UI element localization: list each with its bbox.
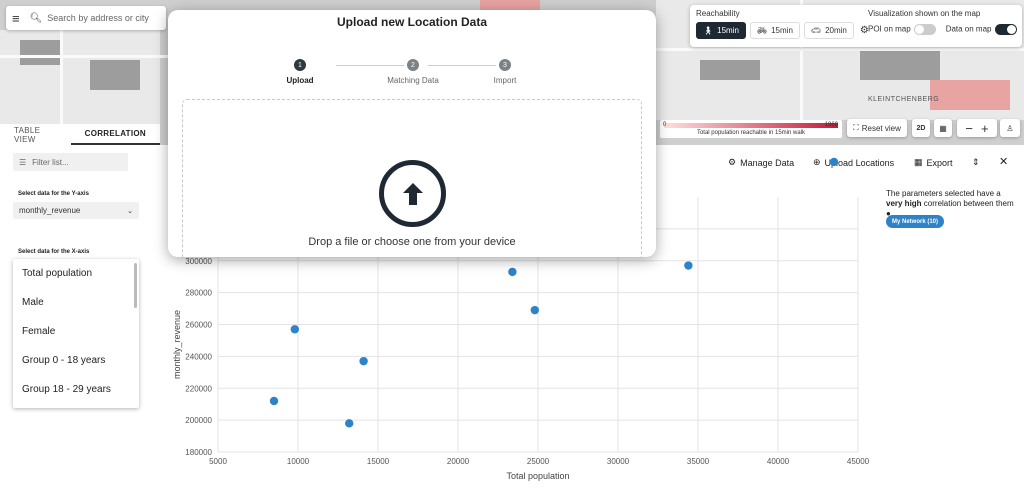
y-axis-label: Select data for the Y-axis xyxy=(18,191,89,197)
y-tick-label: 300000 xyxy=(185,257,212,266)
map-legend-scale: 0 1969 Total population reachable in 15m… xyxy=(660,120,842,138)
scale-min: 0 xyxy=(663,122,667,128)
x-tick-label: 45000 xyxy=(847,457,870,466)
y-tick-label: 200000 xyxy=(185,416,212,425)
poi-toggle[interactable] xyxy=(913,24,936,35)
x-tick-label: 30000 xyxy=(607,457,630,466)
file-drop-zone[interactable]: Drop a file or choose one from your devi… xyxy=(182,99,642,257)
x-tick-label: 15000 xyxy=(367,457,390,466)
x-axis-option[interactable]: Total population xyxy=(13,259,139,288)
tab-correlation[interactable]: CORRELATION xyxy=(70,124,160,145)
x-axis-option[interactable]: Male xyxy=(13,288,139,317)
x-axis-option[interactable]: Group 18 - 29 years xyxy=(13,375,139,404)
step-upload: 1 Upload xyxy=(260,59,340,85)
map-icon: ▦ xyxy=(939,123,947,133)
data-point xyxy=(829,157,839,167)
visualization-title: Visualization shown on the map xyxy=(868,9,981,18)
poi-label: POI on map xyxy=(868,24,911,34)
y-tick-label: 180000 xyxy=(185,448,212,457)
x-tick-label: 5000 xyxy=(209,457,227,466)
x-axis-label: Select data for the X-axis xyxy=(18,249,90,255)
list-scrollbar[interactable] xyxy=(134,263,137,308)
mode-walk-button[interactable]: 🚶︎ 15min xyxy=(696,22,746,39)
x-tick-label: 40000 xyxy=(767,457,790,466)
zoom-in-icon[interactable]: + xyxy=(981,121,989,136)
reachability-panel: Reachability 🚶︎ 15min 🚲︎ 15min 🚗︎ 20min ⚙ V… xyxy=(690,5,1022,47)
data-point xyxy=(530,305,539,315)
data-point xyxy=(345,419,354,428)
x-tick-label: 35000 xyxy=(687,457,710,466)
bike-icon: 🚲︎ xyxy=(756,26,768,35)
x-tick-label: 25000 xyxy=(527,457,550,466)
scale-max: 1969 xyxy=(824,122,838,128)
walk-icon: 🚶︎ xyxy=(703,26,714,35)
x-tick-label: 20000 xyxy=(447,457,470,466)
filter-icon: ☰ xyxy=(19,157,27,167)
data-toggle[interactable] xyxy=(994,24,1017,35)
y-axis-title: monthly_revenue xyxy=(172,310,182,379)
y-axis-select[interactable]: monthly_revenue ⌄ xyxy=(13,202,139,219)
y-tick-label: 280000 xyxy=(185,289,212,298)
reset-icon: ⛶ xyxy=(853,123,859,132)
search-input[interactable]: Search by address or city xyxy=(47,13,149,23)
view-tabs: TABLE VIEW CORRELATION xyxy=(0,124,160,145)
data-point xyxy=(684,261,693,270)
car-icon: 🚗︎ xyxy=(810,26,822,35)
search-bar[interactable]: ≡ 🔍︎ Search by address or city xyxy=(6,6,166,30)
scale-caption: Total population reachable in 15min walk xyxy=(696,130,806,136)
x-tick-label: 10000 xyxy=(287,457,310,466)
modal-title: Upload new Location Data xyxy=(336,15,487,29)
x-axis-option[interactable]: Female xyxy=(13,317,139,346)
step-import: 3 Import xyxy=(465,59,545,85)
data-point xyxy=(290,325,299,334)
upload-arrow-icon[interactable] xyxy=(379,160,446,227)
drop-zone-text: Drop a file or choose one from your devi… xyxy=(308,236,516,248)
reset-view-button[interactable]: ⛶ Reset view xyxy=(847,119,907,137)
y-tick-label: 260000 xyxy=(185,321,212,330)
data-point xyxy=(269,396,279,406)
y-tick-label: 220000 xyxy=(185,384,212,393)
y-tick-label: 240000 xyxy=(185,352,212,361)
hamburger-icon[interactable]: ≡ xyxy=(12,11,20,26)
map-district-label: KLEINTCHENBERG xyxy=(868,96,940,103)
view-2d-button[interactable]: 2D xyxy=(912,119,930,137)
pegman-icon: ♙ xyxy=(1006,123,1014,133)
zoom-controls: − + xyxy=(957,119,997,137)
x-axis-title: Total population xyxy=(506,471,569,481)
stepper: 1 Upload 2 Matching Data 3 Import xyxy=(286,59,540,89)
pegman-button[interactable]: ♙ xyxy=(1000,119,1020,137)
map-style-button[interactable]: ▦ xyxy=(934,119,952,137)
zoom-out-icon[interactable]: − xyxy=(965,121,973,136)
mode-car-button[interactable]: 🚗︎ 20min xyxy=(803,22,854,39)
data-label: Data on map xyxy=(945,24,992,34)
chevron-down-icon: ⌄ xyxy=(127,207,133,215)
data-point xyxy=(359,356,368,366)
data-point xyxy=(508,267,517,277)
mode-bike-button[interactable]: 🚲︎ 15min xyxy=(749,22,800,39)
x-axis-list[interactable]: Total population Male Female Group 0 - 1… xyxy=(13,259,139,408)
x-axis-option[interactable]: Group 0 - 18 years xyxy=(13,346,139,375)
filter-input[interactable]: ☰ Filter list... xyxy=(13,153,128,171)
scale-gradient xyxy=(664,123,838,128)
step-matching-data: 2 Matching Data xyxy=(373,59,453,85)
upload-modal: Upload new Location Data 1 Upload 2 Matc… xyxy=(168,10,656,257)
tab-table-view[interactable]: TABLE VIEW xyxy=(0,124,71,145)
search-icon: 🔍︎ xyxy=(29,12,43,24)
correlation-left-panel: ☰ Filter list... Select data for the Y-a… xyxy=(0,145,160,496)
